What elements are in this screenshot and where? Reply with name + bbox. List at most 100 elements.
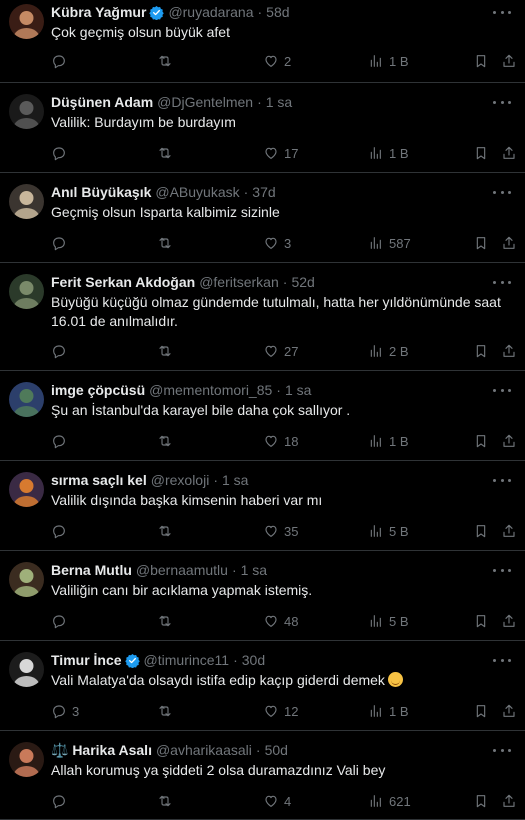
avatar[interactable] [9, 184, 44, 219]
like-button[interactable]: 18 [263, 431, 298, 451]
like-button[interactable]: 48 [263, 611, 298, 631]
timestamp[interactable]: 58d [266, 4, 289, 20]
like-button[interactable]: 4 [263, 791, 291, 811]
more-icon[interactable] [493, 563, 511, 577]
user-handle[interactable]: @rexoloji [151, 472, 210, 488]
views-button[interactable]: 1 B [368, 431, 409, 451]
more-icon[interactable] [493, 653, 511, 667]
timestamp[interactable]: 1 sa [241, 562, 267, 578]
tweet[interactable]: ⚖️ Harika Asalı @avharikaasali · 50d All… [0, 731, 525, 820]
like-button[interactable]: 17 [263, 143, 298, 163]
retweet-button[interactable] [157, 521, 178, 541]
avatar[interactable] [9, 4, 44, 39]
tweet[interactable]: Düşünen Adam @DjGentelmen · 1 sa Valilik… [0, 83, 525, 173]
display-name[interactable]: Kübra Yağmur [51, 4, 146, 20]
retweet-button[interactable] [157, 431, 178, 451]
more-icon[interactable] [493, 275, 511, 289]
like-button[interactable]: 35 [263, 521, 298, 541]
avatar[interactable] [9, 274, 44, 309]
bookmark-button[interactable] [473, 521, 489, 541]
reply-button[interactable] [51, 143, 72, 163]
timestamp[interactable]: 1 sa [266, 94, 292, 110]
tweet[interactable]: Kübra Yağmur @ruyadarana · 58d Çok geçmi… [0, 0, 525, 83]
views-button[interactable]: 621 [368, 791, 411, 811]
avatar[interactable] [9, 742, 44, 777]
tweet[interactable]: imge çöpcüsü @mementomori_85 · 1 sa Şu a… [0, 371, 525, 461]
tweet[interactable]: Timur İnce @timurince11 · 30d Vali Malat… [0, 641, 525, 731]
tweet[interactable]: Ferit Serkan Akdoğan @feritserkan · 52d … [0, 263, 525, 371]
retweet-button[interactable] [157, 143, 178, 163]
views-button[interactable]: 5 B [368, 521, 409, 541]
timestamp[interactable]: 30d [242, 652, 265, 668]
display-name[interactable]: Timur İnce [51, 652, 122, 668]
like-button[interactable]: 12 [263, 701, 298, 721]
views-button[interactable]: 1 B [368, 143, 409, 163]
user-handle[interactable]: @DjGentelmen [157, 94, 253, 110]
retweet-button[interactable] [157, 611, 178, 631]
retweet-button[interactable] [157, 233, 178, 253]
reply-button[interactable] [51, 51, 72, 71]
bookmark-button[interactable] [473, 341, 489, 361]
bookmark-button[interactable] [473, 143, 489, 163]
reply-button[interactable]: 3 [51, 701, 79, 721]
timestamp[interactable]: 50d [265, 742, 288, 758]
like-button[interactable]: 27 [263, 341, 298, 361]
user-handle[interactable]: @ABuyukask [155, 184, 239, 200]
bookmark-button[interactable] [473, 51, 489, 71]
reply-button[interactable] [51, 611, 72, 631]
user-handle[interactable]: @feritserkan [199, 274, 279, 290]
timestamp[interactable]: 37d [252, 184, 275, 200]
views-button[interactable]: 1 B [368, 701, 409, 721]
retweet-button[interactable] [157, 51, 178, 71]
more-icon[interactable] [493, 743, 511, 757]
retweet-button[interactable] [157, 701, 178, 721]
views-button[interactable]: 587 [368, 233, 411, 253]
avatar[interactable] [9, 472, 44, 507]
display-name[interactable]: imge çöpcüsü [51, 382, 145, 398]
tweet[interactable]: Anıl Büyükaşık @ABuyukask · 37d Geçmiş o… [0, 173, 525, 263]
reply-button[interactable] [51, 431, 72, 451]
timestamp[interactable]: 52d [291, 274, 314, 290]
views-button[interactable]: 5 B [368, 611, 409, 631]
timestamp[interactable]: 1 sa [285, 382, 311, 398]
retweet-button[interactable] [157, 341, 178, 361]
bookmark-button[interactable] [473, 701, 489, 721]
share-button[interactable] [501, 791, 517, 811]
avatar[interactable] [9, 562, 44, 597]
views-button[interactable]: 1 B [368, 51, 409, 71]
avatar[interactable] [9, 382, 44, 417]
timestamp[interactable]: 1 sa [222, 472, 248, 488]
display-name[interactable]: Düşünen Adam [51, 94, 153, 110]
tweet[interactable]: Berna Mutlu @bernaamutlu · 1 sa Valiliği… [0, 551, 525, 641]
share-button[interactable] [501, 431, 517, 451]
like-button[interactable]: 2 [263, 51, 291, 71]
avatar[interactable] [9, 94, 44, 129]
user-handle[interactable]: @ruyadarana [168, 4, 253, 20]
bookmark-button[interactable] [473, 791, 489, 811]
reply-button[interactable] [51, 791, 72, 811]
reply-button[interactable] [51, 341, 72, 361]
user-handle[interactable]: @mementomori_85 [149, 382, 272, 398]
user-handle[interactable]: @timurince11 [144, 652, 230, 668]
retweet-button[interactable] [157, 791, 178, 811]
display-name[interactable]: Anıl Büyükaşık [51, 184, 151, 200]
more-icon[interactable] [493, 383, 511, 397]
display-name[interactable]: Berna Mutlu [51, 562, 132, 578]
display-name[interactable]: ⚖️ Harika Asalı [51, 742, 152, 759]
views-button[interactable]: 2 B [368, 341, 409, 361]
display-name[interactable]: sırma saçlı kel [51, 472, 147, 488]
share-button[interactable] [501, 51, 517, 71]
share-button[interactable] [501, 341, 517, 361]
more-icon[interactable] [493, 95, 511, 109]
user-handle[interactable]: @bernaamutlu [136, 562, 228, 578]
reply-button[interactable] [51, 233, 72, 253]
share-button[interactable] [501, 143, 517, 163]
bookmark-button[interactable] [473, 233, 489, 253]
share-button[interactable] [501, 233, 517, 253]
bookmark-button[interactable] [473, 431, 489, 451]
like-button[interactable]: 3 [263, 233, 291, 253]
more-icon[interactable] [493, 185, 511, 199]
share-button[interactable] [501, 521, 517, 541]
reply-button[interactable] [51, 521, 72, 541]
bookmark-button[interactable] [473, 611, 489, 631]
